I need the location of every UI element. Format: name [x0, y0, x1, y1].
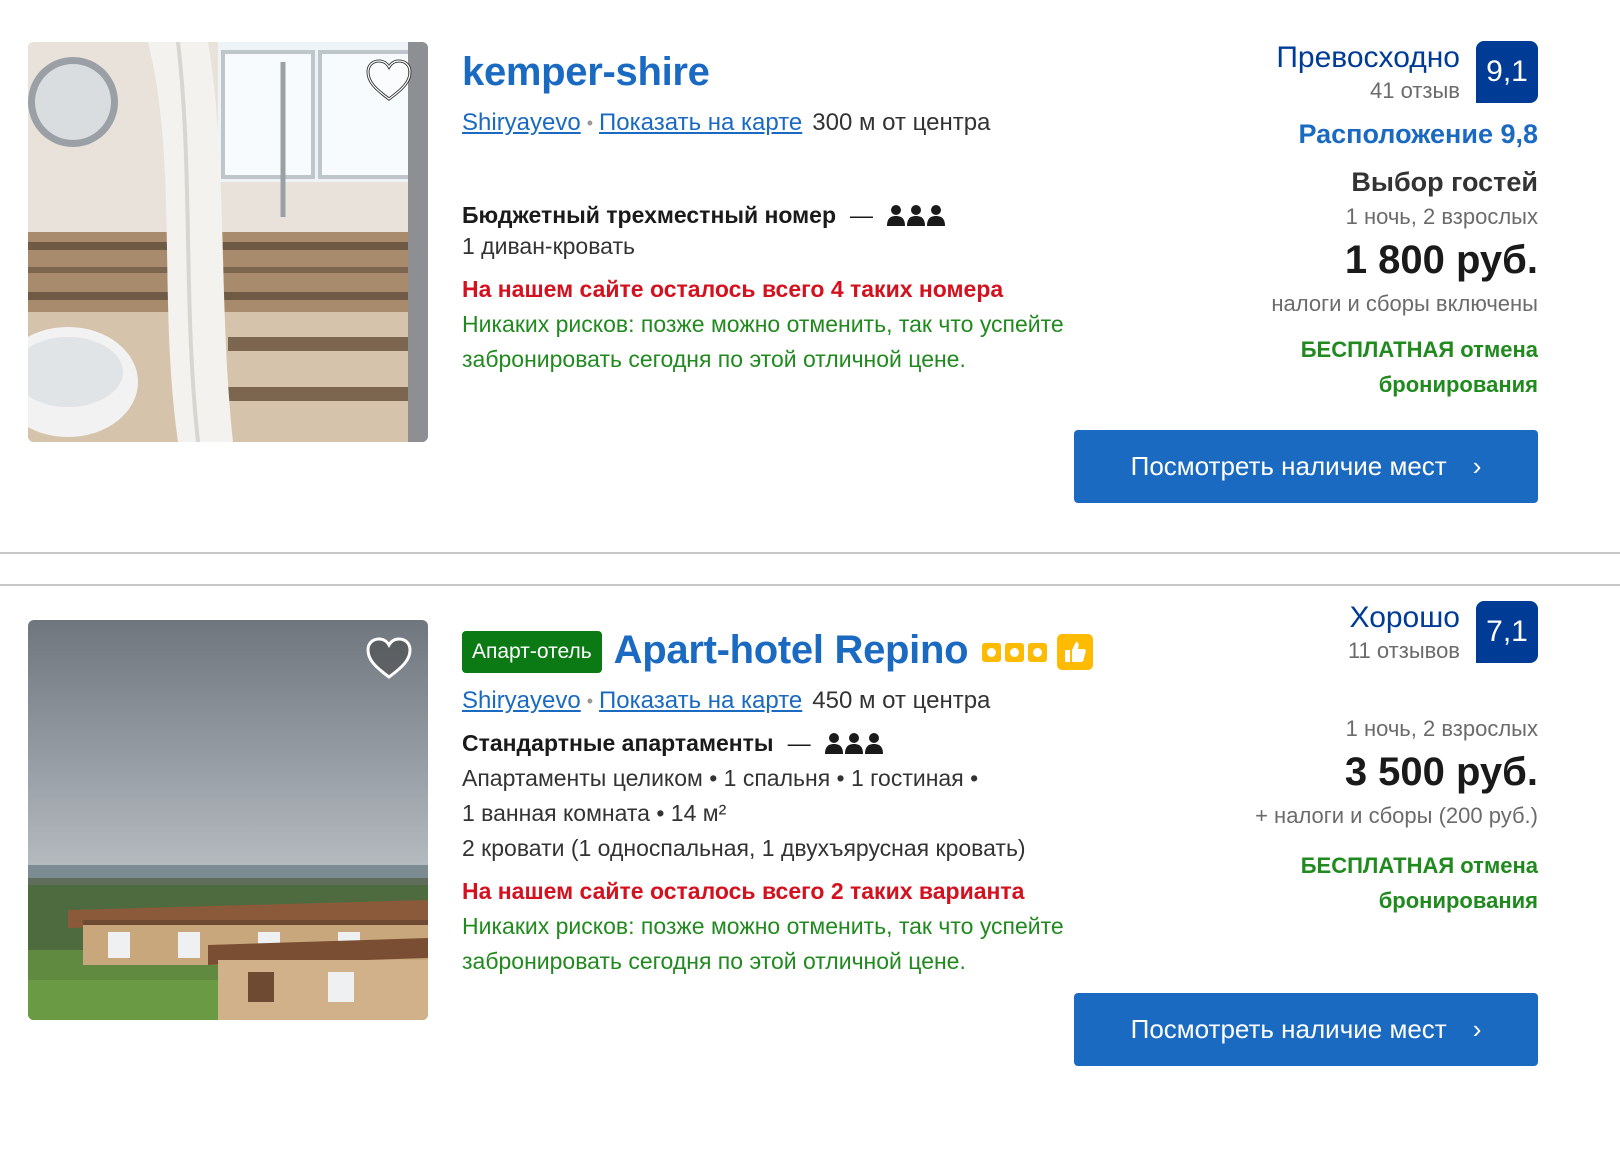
review-summary[interactable]: Хорошо 11 отзывов 7,1: [1078, 600, 1538, 666]
location-score: Расположение 9,8: [1298, 119, 1538, 149]
review-text: Превосходно 41 отзыв: [1276, 40, 1460, 106]
star-rating: [982, 642, 1048, 662]
check-availability-button[interactable]: Посмотреть наличие мест ›: [1074, 430, 1538, 503]
property-type-badge: Апарт-отель: [462, 631, 602, 673]
price-block: Хорошо 11 отзывов 7,1 1 ночь, 2 взрослых…: [1078, 600, 1538, 918]
distance-from-center: 300 м от центра: [812, 109, 991, 136]
dash-separator: —: [850, 202, 873, 228]
review-word: Превосходно: [1276, 41, 1460, 74]
free-cancellation: БЕСПЛАТНАЯ отмена бронирования: [1078, 332, 1538, 402]
chevron-right-icon: ›: [1472, 1014, 1482, 1044]
review-summary[interactable]: Превосходно 41 отзыв 9,1: [1078, 40, 1538, 106]
review-count: 11 отзывов: [1347, 638, 1460, 663]
taxes-note: + налоги и сборы (200 руб.): [1255, 803, 1538, 828]
three-people-icon: [887, 204, 945, 228]
free-cancellation: БЕСПЛАТНАЯ отмена бронирования: [1078, 848, 1538, 918]
three-people-icon: [824, 732, 883, 756]
room-name: Стандартные апартаменты: [462, 730, 774, 756]
free-cancellation-line2: бронирования: [1378, 888, 1538, 913]
separator-dot: •: [586, 690, 594, 711]
room-name: Бюджетный трехместный номер: [462, 202, 836, 228]
card-divider: [0, 552, 1620, 554]
separator-dot: •: [586, 112, 594, 133]
no-risk-message: Никаких рисков: позже можно отменить, та…: [462, 311, 1064, 372]
free-cancellation-line1: БЕСПЛАТНАЯ отмена: [1300, 337, 1538, 362]
check-availability-button[interactable]: Посмотреть наличие мест ›: [1074, 993, 1538, 1066]
review-score-badge: 9,1: [1476, 41, 1538, 103]
free-cancellation-line2: бронирования: [1378, 372, 1538, 397]
star-icon: [1028, 642, 1048, 662]
property-card: Апарт-отель Apart-hotel Repino Shiryayev…: [0, 586, 1620, 1150]
chevron-right-icon: ›: [1472, 451, 1482, 481]
property-title[interactable]: kemper-shire: [462, 50, 710, 95]
review-count: 41 отзыв: [1370, 78, 1460, 103]
property-photo[interactable]: [28, 620, 428, 1020]
no-risk-message: Никаких рисков: позже можно отменить, та…: [462, 913, 1064, 974]
star-icon: [1005, 642, 1025, 662]
show-on-map-link[interactable]: Показать на карте: [599, 109, 802, 137]
price: 3 500 руб.: [1344, 750, 1538, 794]
distance-from-center: 450 м от центра: [812, 687, 991, 714]
location-link[interactable]: Shiryayevo: [462, 109, 581, 137]
nights-guests: 1 ночь, 2 взрослых: [1345, 716, 1538, 741]
check-availability-label: Посмотреть наличие мест: [1130, 451, 1447, 481]
property-photo[interactable]: [28, 42, 428, 442]
show-on-map-link[interactable]: Показать на карте: [599, 687, 802, 715]
star-icon: [982, 642, 1002, 662]
guest-choice-label: Выбор гостей: [1351, 167, 1538, 197]
favorite-heart-icon[interactable]: [364, 56, 414, 106]
nights-guests: 1 ночь, 2 взрослых: [1345, 204, 1538, 229]
property-card: kemper-shire Shiryayevo • Показать на ка…: [0, 0, 1620, 552]
dash-separator: —: [787, 730, 811, 756]
review-word: Хорошо: [1349, 601, 1460, 634]
check-availability-label: Посмотреть наличие мест: [1130, 1014, 1447, 1044]
review-text: Хорошо 11 отзывов: [1348, 600, 1460, 666]
taxes-note: налоги и сборы включены: [1271, 291, 1538, 316]
property-title[interactable]: Apart-hotel Repino: [614, 628, 969, 673]
price-block: Превосходно 41 отзыв 9,1 Расположение 9,…: [1078, 40, 1538, 402]
favorite-heart-icon[interactable]: [364, 634, 414, 684]
free-cancellation-line1: БЕСПЛАТНАЯ отмена: [1300, 853, 1538, 878]
location-link[interactable]: Shiryayevo: [462, 687, 581, 715]
review-score-badge: 7,1: [1476, 601, 1538, 663]
price: 1 800 руб.: [1344, 238, 1538, 282]
